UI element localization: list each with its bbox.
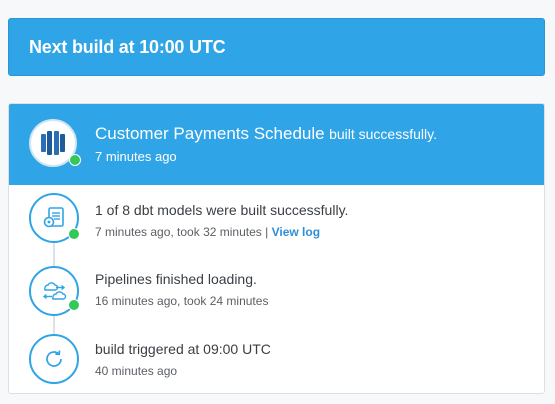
schedule-card: Customer Payments Schedule built success… (8, 103, 545, 394)
schedule-summary: Customer Payments Schedule built success… (95, 124, 437, 164)
step-title: Pipelines finished loading. (95, 271, 257, 287)
step-success-dot (68, 228, 80, 240)
view-log-link[interactable]: View log (272, 225, 320, 239)
next-build-text: Next build at 10:00 UTC (29, 36, 226, 57)
step-success-dot (68, 299, 80, 311)
refresh-icon (29, 334, 79, 384)
step-meta: 16 minutes ago, took 24 minutes (95, 294, 269, 308)
success-status-dot (69, 154, 81, 166)
step-build-triggered: build triggered at 09:00 UTC 40 minutes … (95, 341, 271, 378)
step-pipelines: Pipelines finished loading. 16 minutes a… (95, 271, 268, 308)
step-meta: 40 minutes ago (95, 364, 178, 378)
schedule-time: 7 minutes ago (95, 149, 177, 164)
step-dbt-models: 1 of 8 dbt models were built successfull… (95, 202, 348, 239)
step-time: 7 minutes ago, took 32 minutes (95, 225, 262, 239)
schedule-name[interactable]: Customer Payments Schedule (95, 124, 325, 143)
step-meta: 7 minutes ago, took 32 minutes | View lo… (95, 225, 348, 239)
step-title: build triggered at 09:00 UTC (95, 341, 271, 357)
next-build-banner: Next build at 10:00 UTC (8, 18, 545, 76)
schedule-status: built successfully. (329, 126, 437, 142)
meta-separator: | (265, 225, 269, 239)
step-title: 1 of 8 dbt models were built successfull… (95, 202, 349, 218)
schedule-header: Customer Payments Schedule built success… (9, 104, 544, 185)
